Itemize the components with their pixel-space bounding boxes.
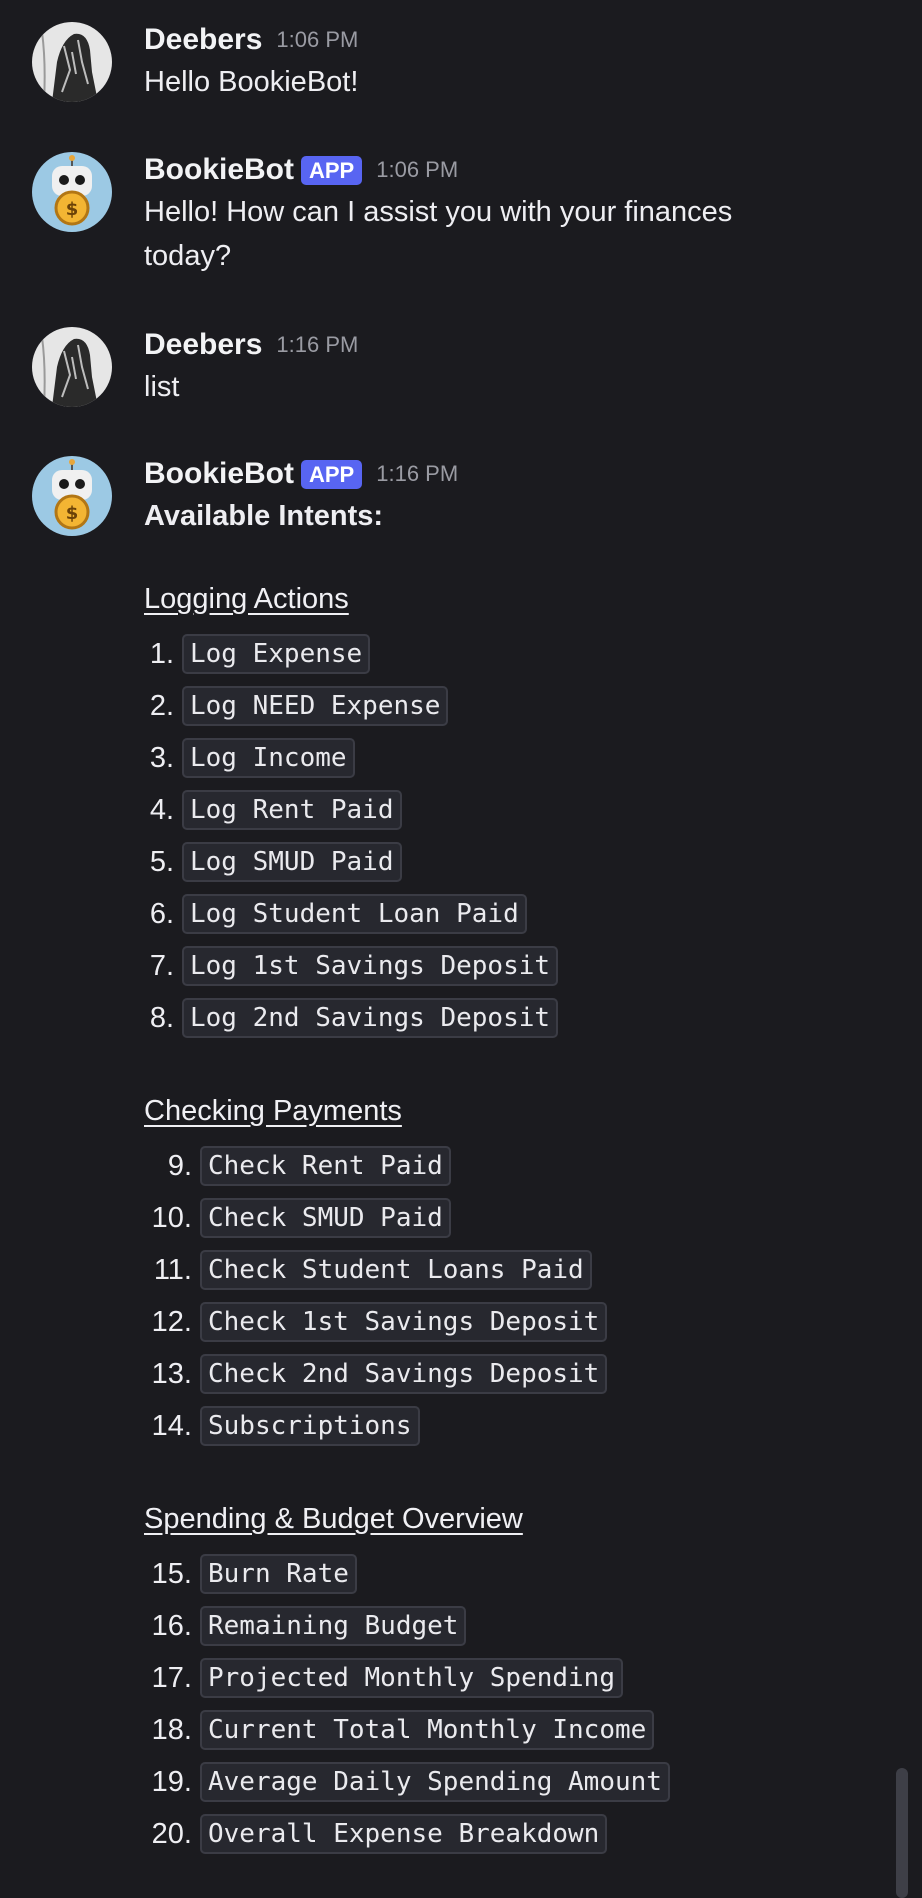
intent-list-item: 6. Log Student Loan Paid	[144, 894, 527, 934]
username[interactable]: BookieBot	[144, 153, 294, 187]
intent-list-item: 4. Log Rent Paid	[144, 790, 402, 830]
list-item-number: 13.	[151, 1357, 192, 1390]
message-header: Deebers 1:06 PM	[144, 20, 864, 60]
timestamp: 1:06 PM	[376, 157, 459, 182]
intent-code-label[interactable]: Check SMUD Paid	[200, 1198, 451, 1238]
intent-code-label[interactable]: Remaining Budget	[200, 1606, 467, 1646]
app-badge: APP	[301, 155, 363, 185]
list-item-number: 4.	[149, 793, 174, 826]
intent-code-label[interactable]: Log NEED Expense	[182, 686, 449, 726]
list-item-number: 1.	[149, 637, 174, 670]
list-item-number: 17.	[151, 1661, 192, 1694]
list-item-number: 18.	[151, 1713, 192, 1746]
timestamp: 1:16 PM	[276, 332, 359, 357]
list-item-number: 19.	[151, 1765, 192, 1798]
intent-list-item: 19. Average Daily Spending Amount	[144, 1762, 670, 1802]
app-badge: APP	[301, 459, 363, 489]
list-item-number: 2.	[149, 689, 174, 722]
intent-list-item: 13. Check 2nd Savings Deposit	[144, 1354, 608, 1394]
message-header: BookieBot APP 1:06 PM	[144, 150, 864, 190]
intents-heading: Available Intents:	[144, 500, 384, 532]
list-item-number: 20.	[151, 1817, 192, 1850]
intent-list-item: 15. Burn Rate	[144, 1554, 357, 1594]
intent-list-item: 3. Log Income	[144, 738, 355, 778]
intent-code-label[interactable]: Overall Expense Breakdown	[200, 1814, 608, 1854]
message-text: Hello! How can I assist you with your fi…	[144, 196, 733, 272]
list-item-number: 5.	[149, 845, 174, 878]
intent-code-label[interactable]: Check 2nd Savings Deposit	[200, 1354, 608, 1394]
username[interactable]: Deebers	[144, 328, 262, 362]
message-header: Deebers 1:16 PM	[144, 325, 864, 365]
username[interactable]: Deebers	[144, 23, 262, 57]
intent-list-item: 8. Log 2nd Savings Deposit	[144, 998, 559, 1038]
intent-list-item: 2. Log NEED Expense	[144, 686, 449, 726]
deebers-avatar-icon[interactable]	[32, 327, 112, 407]
intent-code-label[interactable]: Burn Rate	[200, 1554, 357, 1594]
section-title-logging: Logging Actions	[144, 583, 349, 615]
intent-code-label[interactable]: Check Rent Paid	[200, 1146, 451, 1186]
username[interactable]: BookieBot	[144, 457, 294, 491]
list-item-number: 11.	[153, 1253, 192, 1286]
svg-text:$: $	[66, 503, 79, 524]
list-item-number: 15.	[151, 1557, 192, 1590]
scrollbar-thumb[interactable]	[896, 1768, 908, 1898]
intent-code-label[interactable]: Log 1st Savings Deposit	[182, 946, 559, 986]
intent-list-item: 14. Subscriptions	[144, 1406, 420, 1446]
timestamp: 1:06 PM	[276, 27, 359, 52]
intent-list-item: 20. Overall Expense Breakdown	[144, 1814, 608, 1854]
intent-list-item: 10. Check SMUD Paid	[144, 1198, 451, 1238]
intent-code-label[interactable]: Log 2nd Savings Deposit	[182, 998, 559, 1038]
list-item-number: 16.	[151, 1609, 192, 1642]
intent-code-label[interactable]: Log Income	[182, 738, 355, 778]
list-item-number: 8.	[149, 1001, 174, 1034]
bookiebot-avatar-icon[interactable]: $	[32, 152, 112, 232]
intent-list-item: 18. Current Total Monthly Income	[144, 1710, 655, 1750]
list-item-number: 6.	[149, 897, 174, 930]
intent-code-label[interactable]: Log Student Loan Paid	[182, 894, 527, 934]
timestamp: 1:16 PM	[376, 461, 459, 486]
message-text: list	[144, 371, 180, 403]
intent-code-label[interactable]: Average Daily Spending Amount	[200, 1762, 670, 1802]
list-item-number: 7.	[149, 949, 174, 982]
section-title-checking: Checking Payments	[144, 1095, 402, 1127]
bookiebot-avatar-icon[interactable]: $	[32, 456, 112, 536]
svg-text:$: $	[66, 199, 79, 220]
intent-code-label[interactable]: Projected Monthly Spending	[200, 1658, 623, 1698]
intent-code-label[interactable]: Check Student Loans Paid	[200, 1250, 592, 1290]
intent-list-item: 1. Log Expense	[144, 634, 371, 674]
intent-list-item: 16. Remaining Budget	[144, 1606, 467, 1646]
intent-list-item: 17. Projected Monthly Spending	[144, 1658, 623, 1698]
intent-list-item: 12. Check 1st Savings Deposit	[144, 1302, 608, 1342]
message-header: BookieBot APP 1:16 PM	[144, 454, 864, 494]
list-item-number: 9.	[167, 1149, 192, 1182]
intent-list-item: 9. Check Rent Paid	[144, 1146, 451, 1186]
intent-list-item: 7. Log 1st Savings Deposit	[144, 946, 559, 986]
intent-list-item: 5. Log SMUD Paid	[144, 842, 402, 882]
intent-code-label[interactable]: Log Rent Paid	[182, 790, 402, 830]
intent-code-label[interactable]: Check 1st Savings Deposit	[200, 1302, 608, 1342]
intent-code-label[interactable]: Log Expense	[182, 634, 371, 674]
section-title-spending: Spending & Budget Overview	[144, 1503, 523, 1535]
deebers-avatar-icon[interactable]	[32, 22, 112, 102]
list-item-number: 12.	[151, 1305, 192, 1338]
list-item-number: 14.	[151, 1409, 192, 1442]
intent-code-label[interactable]: Current Total Monthly Income	[200, 1710, 655, 1750]
intent-list-item: 11. Check Student Loans Paid	[144, 1250, 592, 1290]
intent-code-label[interactable]: Log SMUD Paid	[182, 842, 402, 882]
list-item-number: 3.	[149, 741, 174, 774]
intent-code-label[interactable]: Subscriptions	[200, 1406, 420, 1446]
list-item-number: 10.	[151, 1201, 192, 1234]
message-text: Hello BookieBot!	[144, 66, 359, 98]
